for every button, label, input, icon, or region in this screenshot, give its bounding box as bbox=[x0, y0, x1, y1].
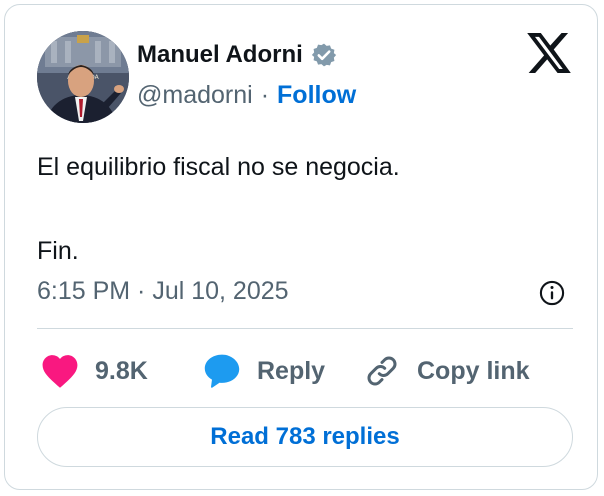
avatar-image: A ROSADA bbox=[37, 31, 129, 123]
tweet-embed-card: A ROSADA Manuel Adorni @madorni · Follow… bbox=[4, 4, 598, 490]
info-icon[interactable] bbox=[538, 279, 566, 307]
author-name[interactable]: Manuel Adorni bbox=[137, 41, 303, 69]
copy-link-label: Copy link bbox=[417, 356, 530, 385]
reply-label: Reply bbox=[257, 356, 326, 385]
reply-button[interactable]: Reply bbox=[203, 349, 325, 393]
x-logo-icon[interactable] bbox=[527, 33, 571, 73]
author-name-row: Manuel Adorni bbox=[137, 41, 337, 69]
verified-badge-icon bbox=[311, 43, 336, 67]
handle-row: @madorni · Follow bbox=[137, 81, 356, 110]
tweet-text: El equilibrio fiscal no se negocia. Fin. bbox=[37, 147, 400, 271]
like-count: 9.8K bbox=[95, 356, 148, 385]
follow-button[interactable]: Follow bbox=[277, 81, 356, 110]
tweet-line: Fin. bbox=[37, 237, 79, 265]
read-replies-button[interactable]: Read 783 replies bbox=[37, 407, 573, 467]
like-button[interactable]: 9.8K bbox=[41, 349, 148, 393]
link-icon bbox=[367, 356, 397, 386]
tweet-line: El equilibrio fiscal no se negocia. bbox=[37, 153, 400, 181]
avatar[interactable]: A ROSADA bbox=[37, 31, 129, 123]
separator-dot: · bbox=[260, 81, 270, 109]
tweet-timestamp[interactable]: 6:15 PM · Jul 10, 2025 bbox=[37, 277, 289, 306]
heart-icon bbox=[42, 355, 78, 388]
action-bar: 9.8K Reply Copy link bbox=[37, 349, 577, 393]
speech-bubble-icon bbox=[204, 354, 240, 388]
divider bbox=[37, 328, 573, 329]
author-handle[interactable]: @madorni bbox=[137, 81, 253, 110]
copy-link-button[interactable]: Copy link bbox=[363, 349, 530, 393]
